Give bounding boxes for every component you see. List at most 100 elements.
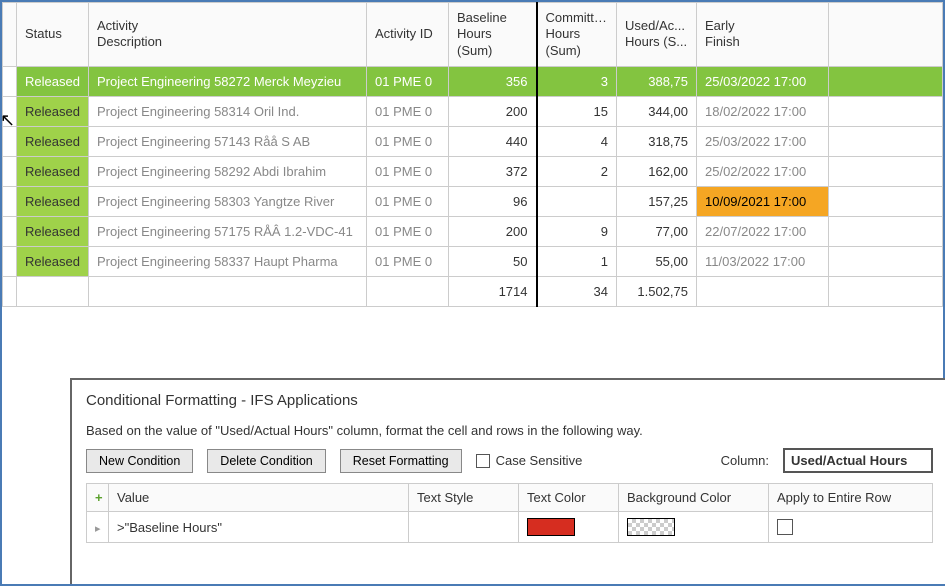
used-hours-cell: 344,00 — [617, 96, 697, 126]
footer-committed-sum: 34 — [537, 276, 617, 306]
cf-col-header-value[interactable]: Value — [109, 484, 409, 512]
grid-header-row: Status Activity Description Activity ID … — [3, 3, 943, 67]
table-row[interactable]: ReleasedProject Engineering 57175 RÅÂ 1.… — [3, 216, 943, 246]
table-row[interactable]: ReleasedProject Engineering 58314 Oril I… — [3, 96, 943, 126]
row-gutter — [3, 126, 17, 156]
activity-id-cell: 01 PME 0 — [367, 186, 449, 216]
status-cell: Released — [17, 96, 89, 126]
status-cell: Released — [17, 246, 89, 276]
footer-used-sum: 1.502,75 — [617, 276, 697, 306]
cf-add-condition-icon[interactable]: + — [87, 484, 109, 512]
table-row[interactable]: ReleasedProject Engineering 58337 Haupt … — [3, 246, 943, 276]
case-sensitive-label: Case Sensitive — [496, 453, 583, 468]
status-cell: Released — [17, 186, 89, 216]
committed-hours-cell: 4 — [537, 126, 617, 156]
early-finish-cell: 22/07/2022 17:00 — [697, 216, 829, 246]
used-hours-cell: 55,00 — [617, 246, 697, 276]
cf-col-header-apply-row[interactable]: Apply to Entire Row — [769, 484, 933, 512]
cf-column-label: Column: — [721, 453, 769, 468]
table-row[interactable]: ReleasedProject Engineering 57143 Råå S … — [3, 126, 943, 156]
row-tail — [829, 246, 943, 276]
col-header-spacer — [829, 3, 943, 67]
description-cell: Project Engineering 57143 Råå S AB — [89, 126, 367, 156]
cf-col-header-background-color[interactable]: Background Color — [619, 484, 769, 512]
baseline-hours-cell: 440 — [449, 126, 537, 156]
case-sensitive-checkbox[interactable] — [476, 454, 490, 468]
description-cell: Project Engineering 58272 Merck Meyzieu — [89, 66, 367, 96]
baseline-hours-cell: 50 — [449, 246, 537, 276]
col-header-status[interactable]: Status — [17, 3, 89, 67]
grid-footer-row: 1714 34 1.502,75 — [3, 276, 943, 306]
baseline-hours-cell: 356 — [449, 66, 537, 96]
activity-id-cell: 01 PME 0 — [367, 246, 449, 276]
row-gutter — [3, 246, 17, 276]
col-header-committed-hours[interactable]: Committed Hours (Sum) — [537, 3, 617, 67]
col-header-activity-id[interactable]: Activity ID — [367, 3, 449, 67]
early-finish-cell: 10/09/2021 17:00 — [697, 186, 829, 216]
used-hours-cell: 162,00 — [617, 156, 697, 186]
committed-hours-cell: 9 — [537, 216, 617, 246]
committed-hours-cell: 15 — [537, 96, 617, 126]
row-gutter — [3, 216, 17, 246]
conditional-formatting-panel: Conditional Formatting - IFS Application… — [70, 378, 945, 584]
baseline-hours-cell: 372 — [449, 156, 537, 186]
description-cell: Project Engineering 58314 Oril Ind. — [89, 96, 367, 126]
activity-id-cell: 01 PME 0 — [367, 216, 449, 246]
cf-panel-description: Based on the value of "Used/Actual Hours… — [86, 423, 933, 438]
row-gutter — [3, 186, 17, 216]
grid-gutter-header — [3, 3, 17, 67]
used-hours-cell: 77,00 — [617, 216, 697, 246]
row-tail — [829, 66, 943, 96]
early-finish-cell: 18/02/2022 17:00 — [697, 96, 829, 126]
row-tail — [829, 216, 943, 246]
cf-col-header-text-color[interactable]: Text Color — [519, 484, 619, 512]
cf-col-header-text-style[interactable]: Text Style — [409, 484, 519, 512]
baseline-hours-cell: 96 — [449, 186, 537, 216]
status-cell: Released — [17, 126, 89, 156]
cf-text-color-swatch[interactable] — [527, 518, 575, 536]
cf-panel-title: Conditional Formatting - IFS Application… — [86, 392, 933, 409]
delete-condition-button[interactable]: Delete Condition — [207, 449, 325, 473]
status-cell: Released — [17, 66, 89, 96]
col-header-description[interactable]: Activity Description — [89, 3, 367, 67]
baseline-hours-cell: 200 — [449, 96, 537, 126]
used-hours-cell: 388,75 — [617, 66, 697, 96]
row-handle-icon[interactable]: ▸ — [95, 523, 101, 535]
status-cell: Released — [17, 156, 89, 186]
activity-id-cell: 01 PME 0 — [367, 126, 449, 156]
early-finish-cell: 25/03/2022 17:00 — [697, 126, 829, 156]
description-cell: Project Engineering 57175 RÅÂ 1.2-VDC-41 — [89, 216, 367, 246]
baseline-hours-cell: 200 — [449, 216, 537, 246]
row-tail — [829, 186, 943, 216]
footer-baseline-sum: 1714 — [449, 276, 537, 306]
activity-grid: Status Activity Description Activity ID … — [2, 2, 943, 307]
col-header-used-hours[interactable]: Used/Ac... Hours (S... — [617, 3, 697, 67]
row-gutter — [3, 96, 17, 126]
row-tail — [829, 156, 943, 186]
row-tail — [829, 126, 943, 156]
table-row[interactable]: ReleasedProject Engineering 58292 Abdi I… — [3, 156, 943, 186]
early-finish-cell: 25/03/2022 17:00 — [697, 66, 829, 96]
used-hours-cell: 157,25 — [617, 186, 697, 216]
table-row[interactable]: ReleasedProject Engineering 58272 Merck … — [3, 66, 943, 96]
row-gutter — [3, 66, 17, 96]
col-header-early-finish[interactable]: Early Finish — [697, 3, 829, 67]
description-cell: Project Engineering 58303 Yangtze River — [89, 186, 367, 216]
cf-apply-row-checkbox[interactable] — [777, 519, 793, 535]
cf-column-select[interactable]: Used/Actual Hours — [783, 448, 933, 473]
cf-condition-text-style[interactable] — [409, 512, 519, 543]
new-condition-button[interactable]: New Condition — [86, 449, 193, 473]
cf-background-color-swatch[interactable] — [627, 518, 675, 536]
description-cell: Project Engineering 58292 Abdi Ibrahim — [89, 156, 367, 186]
row-tail — [829, 96, 943, 126]
activity-id-cell: 01 PME 0 — [367, 156, 449, 186]
description-cell: Project Engineering 58337 Haupt Pharma — [89, 246, 367, 276]
cf-toolbar: New Condition Delete Condition Reset For… — [86, 448, 933, 473]
early-finish-cell: 11/03/2022 17:00 — [697, 246, 829, 276]
used-hours-cell: 318,75 — [617, 126, 697, 156]
col-header-baseline-hours[interactable]: Baseline Hours (Sum) — [449, 3, 537, 67]
cf-condition-value[interactable]: >"Baseline Hours" — [109, 512, 409, 543]
table-row[interactable]: ReleasedProject Engineering 58303 Yangtz… — [3, 186, 943, 216]
reset-formatting-button[interactable]: Reset Formatting — [340, 449, 462, 473]
cf-condition-row[interactable]: ▸ >"Baseline Hours" — [87, 512, 933, 543]
